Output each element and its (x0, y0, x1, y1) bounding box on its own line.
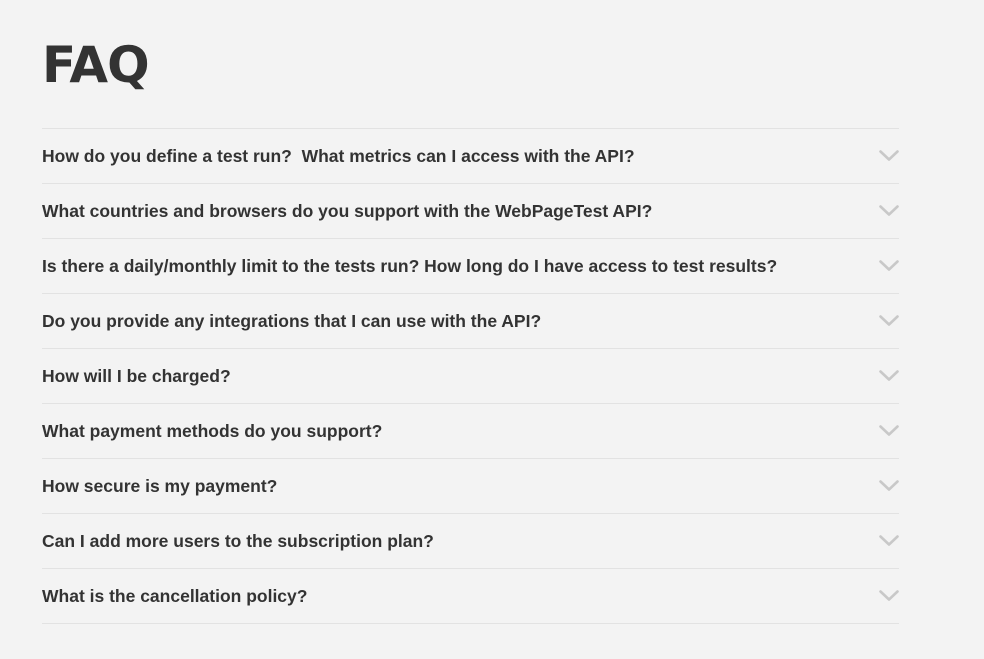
faq-list: How do you define a test run? What metri… (42, 128, 899, 624)
chevron-down-icon[interactable] (879, 150, 899, 162)
faq-question: What countries and browsers do you suppo… (42, 201, 653, 221)
faq-item[interactable]: How do you define a test run? What metri… (42, 129, 899, 184)
chevron-down-icon[interactable] (879, 260, 899, 272)
chevron-down-icon[interactable] (879, 205, 899, 217)
faq-item[interactable]: What countries and browsers do you suppo… (42, 184, 899, 239)
faq-question: What is the cancellation policy? (42, 586, 308, 606)
faq-item[interactable]: What payment methods do you support? (42, 404, 899, 459)
faq-question: Is there a daily/monthly limit to the te… (42, 256, 778, 276)
page-title: FAQ (42, 36, 150, 94)
faq-item[interactable]: Can I add more users to the subscription… (42, 514, 899, 569)
faq-question: How will I be charged? (42, 366, 231, 386)
faq-question: How secure is my payment? (42, 476, 278, 496)
chevron-down-icon[interactable] (879, 590, 899, 602)
faq-item[interactable]: Do you provide any integrations that I c… (42, 294, 899, 349)
chevron-down-icon[interactable] (879, 480, 899, 492)
faq-question: How do you define a test run? What metri… (42, 146, 635, 166)
faq-item[interactable]: How will I be charged? (42, 349, 899, 404)
faq-question: Do you provide any integrations that I c… (42, 311, 542, 331)
chevron-down-icon[interactable] (879, 535, 899, 547)
faq-item[interactable]: How secure is my payment? (42, 459, 899, 514)
chevron-down-icon[interactable] (879, 425, 899, 437)
chevron-down-icon[interactable] (879, 315, 899, 327)
faq-question: Can I add more users to the subscription… (42, 531, 434, 551)
faq-item[interactable]: Is there a daily/monthly limit to the te… (42, 239, 899, 294)
faq-item[interactable]: What is the cancellation policy? (42, 569, 899, 624)
faq-question: What payment methods do you support? (42, 421, 383, 441)
chevron-down-icon[interactable] (879, 370, 899, 382)
faq-section: FAQ How do you define a test run? What m… (0, 0, 984, 659)
